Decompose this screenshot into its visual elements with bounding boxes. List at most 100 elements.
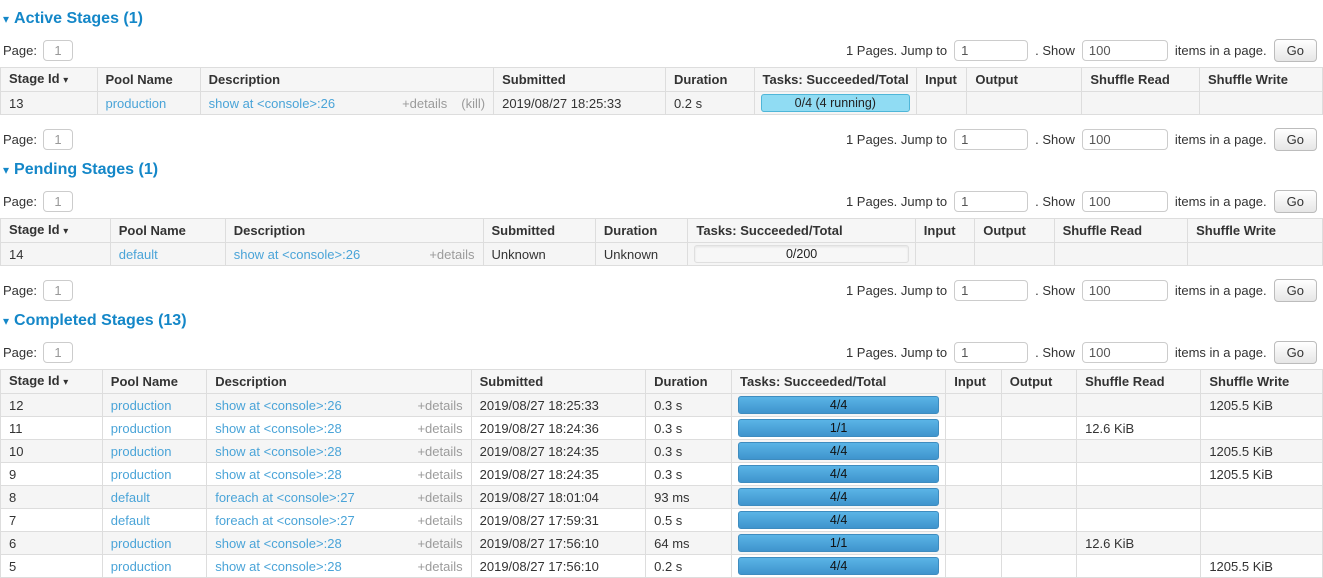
details-link[interactable]: +details (417, 536, 462, 551)
details-link[interactable]: +details (417, 444, 462, 459)
pool-link[interactable]: default (111, 490, 150, 505)
page-number-input[interactable] (43, 280, 73, 301)
pages-count-text: 1 Pages. Jump to (846, 43, 947, 58)
duration-cell: 0.2 s (646, 555, 732, 578)
column-header-pool-name[interactable]: Pool Name (97, 68, 200, 92)
details-link[interactable]: +details (429, 247, 474, 262)
duration-cell: 0.3 s (646, 440, 732, 463)
show-count-input[interactable] (1082, 129, 1168, 150)
show-count-input[interactable] (1082, 280, 1168, 301)
pool-cell: production (102, 463, 206, 486)
details-link[interactable]: +details (417, 513, 462, 528)
section-title-pending-stages[interactable]: ▾ Pending Stages (1) (3, 162, 1323, 178)
column-header-tasks-succeeded-total[interactable]: Tasks: Succeeded/Total (732, 370, 946, 394)
column-header-description[interactable]: Description (225, 219, 483, 243)
page-number-input[interactable] (43, 342, 73, 363)
column-header-pool-name[interactable]: Pool Name (102, 370, 206, 394)
task-progress-bar: 1/1 (738, 534, 939, 552)
pages-count-text: 1 Pages. Jump to (846, 194, 947, 209)
column-header-tasks-succeeded-total[interactable]: Tasks: Succeeded/Total (688, 219, 915, 243)
description-actions: +details (409, 467, 462, 482)
jump-to-input[interactable] (954, 40, 1028, 61)
column-header-input[interactable]: Input (917, 68, 967, 92)
column-header-output[interactable]: Output (975, 219, 1054, 243)
column-header-stage-id[interactable]: Stage Id ▾ (1, 370, 103, 394)
column-header-submitted[interactable]: Submitted (483, 219, 595, 243)
column-header-shuffle-write[interactable]: Shuffle Write (1188, 219, 1323, 243)
go-button[interactable]: Go (1274, 39, 1317, 62)
section-title-active-stages[interactable]: ▾ Active Stages (1) (3, 11, 1323, 27)
jump-to-input[interactable] (954, 191, 1028, 212)
pool-link[interactable]: production (111, 444, 172, 459)
sort-arrow-icon: ▾ (63, 75, 68, 86)
page-number-input[interactable] (43, 191, 73, 212)
column-header-output[interactable]: Output (1001, 370, 1076, 394)
column-header-submitted[interactable]: Submitted (494, 68, 666, 92)
description-link[interactable]: show at <console>:28 (215, 467, 341, 482)
show-count-input[interactable] (1082, 342, 1168, 363)
pool-link[interactable]: production (106, 96, 167, 111)
details-link[interactable]: +details (417, 398, 462, 413)
column-header-shuffle-read[interactable]: Shuffle Read (1082, 68, 1200, 92)
description-link[interactable]: show at <console>:28 (215, 421, 341, 436)
column-header-shuffle-read[interactable]: Shuffle Read (1077, 370, 1201, 394)
column-header-duration[interactable]: Duration (646, 370, 732, 394)
pool-link[interactable]: production (111, 536, 172, 551)
column-header-pool-name[interactable]: Pool Name (110, 219, 225, 243)
pool-link[interactable]: default (111, 513, 150, 528)
details-link[interactable]: +details (417, 421, 462, 436)
page-number-input[interactable] (43, 129, 73, 150)
shuffle-write-cell: 1205.5 KiB (1201, 555, 1323, 578)
description-link[interactable]: show at <console>:28 (215, 536, 341, 551)
submitted-cell: 2019/08/27 18:24:35 (471, 463, 646, 486)
column-header-input[interactable]: Input (946, 370, 1002, 394)
pool-link[interactable]: default (119, 247, 158, 262)
column-header-duration[interactable]: Duration (665, 68, 754, 92)
go-button[interactable]: Go (1274, 279, 1317, 302)
show-count-input[interactable] (1082, 40, 1168, 61)
section-title-completed-stages[interactable]: ▾ Completed Stages (13) (3, 313, 1323, 329)
details-link[interactable]: +details (417, 559, 462, 574)
description-link[interactable]: show at <console>:28 (215, 444, 341, 459)
description-link[interactable]: show at <console>:26 (234, 247, 360, 262)
jump-to-input[interactable] (954, 342, 1028, 363)
kill-link[interactable]: (kill) (461, 96, 485, 111)
column-header-input[interactable]: Input (915, 219, 974, 243)
description-link[interactable]: foreach at <console>:27 (215, 490, 355, 505)
column-header-duration[interactable]: Duration (595, 219, 688, 243)
pool-cell: production (97, 92, 200, 115)
page-number-input[interactable] (43, 40, 73, 61)
go-button[interactable]: Go (1274, 128, 1317, 151)
jump-to-input[interactable] (954, 129, 1028, 150)
description-wrap: show at <console>:26 +details (kill) (209, 96, 485, 111)
table-header-row: Stage Id ▾Pool NameDescriptionSubmittedD… (1, 370, 1323, 394)
pool-link[interactable]: production (111, 559, 172, 574)
column-header-description[interactable]: Description (207, 370, 471, 394)
description-link[interactable]: foreach at <console>:27 (215, 513, 355, 528)
column-header-description[interactable]: Description (200, 68, 493, 92)
description-link[interactable]: show at <console>:28 (215, 559, 341, 574)
pagination-row: Page: 1 Pages. Jump to . Show items in a… (0, 278, 1323, 302)
go-button[interactable]: Go (1274, 190, 1317, 213)
pool-cell: default (102, 509, 206, 532)
show-count-input[interactable] (1082, 191, 1168, 212)
column-header-stage-id[interactable]: Stage Id ▾ (1, 219, 111, 243)
details-link[interactable]: +details (417, 467, 462, 482)
details-link[interactable]: +details (417, 490, 462, 505)
description-link[interactable]: show at <console>:26 (209, 96, 335, 111)
show-text: . Show (1035, 194, 1075, 209)
column-header-shuffle-write[interactable]: Shuffle Write (1201, 370, 1323, 394)
pool-link[interactable]: production (111, 467, 172, 482)
description-link[interactable]: show at <console>:26 (215, 398, 341, 413)
column-header-submitted[interactable]: Submitted (471, 370, 646, 394)
pool-link[interactable]: production (111, 398, 172, 413)
pool-link[interactable]: production (111, 421, 172, 436)
column-header-stage-id[interactable]: Stage Id ▾ (1, 68, 98, 92)
column-header-shuffle-read[interactable]: Shuffle Read (1054, 219, 1188, 243)
column-header-tasks-succeeded-total[interactable]: Tasks: Succeeded/Total (754, 68, 917, 92)
column-header-shuffle-write[interactable]: Shuffle Write (1200, 68, 1323, 92)
jump-to-input[interactable] (954, 280, 1028, 301)
go-button[interactable]: Go (1274, 341, 1317, 364)
column-header-output[interactable]: Output (967, 68, 1082, 92)
details-link[interactable]: +details (402, 96, 447, 111)
